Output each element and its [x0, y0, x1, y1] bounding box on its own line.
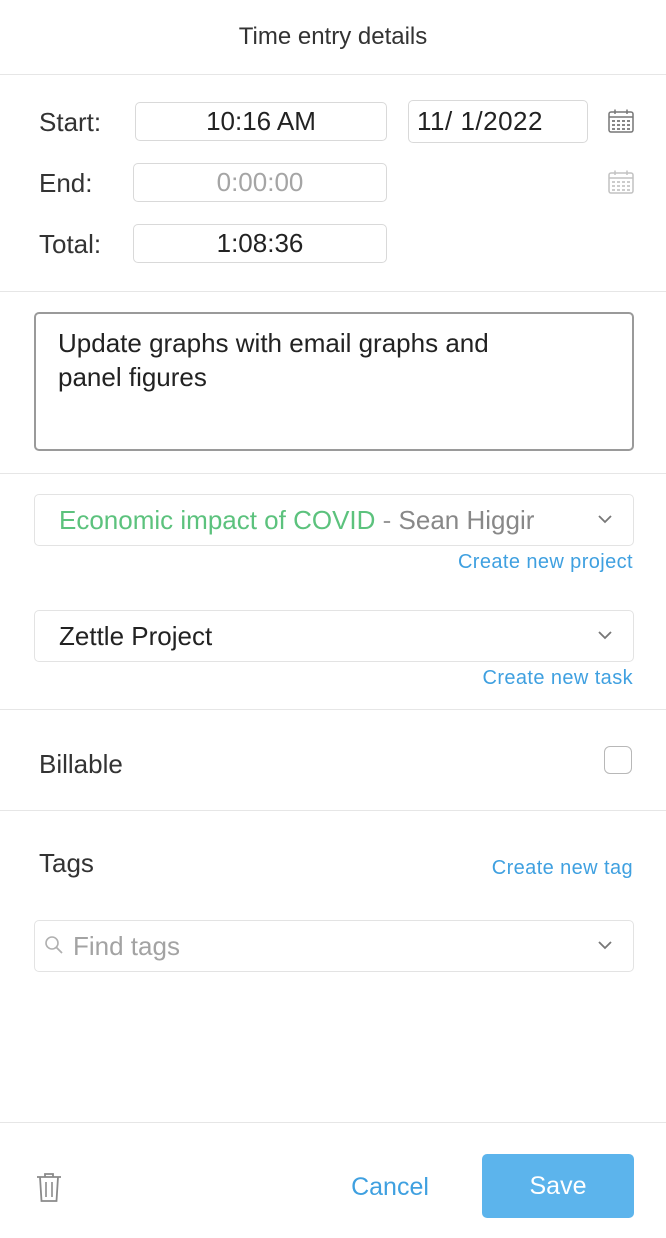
divider [0, 291, 666, 292]
project-client: Sean Higgir [398, 504, 535, 535]
description-line: panel figures [58, 362, 207, 392]
chevron-down-icon [598, 631, 612, 640]
project-select[interactable]: Economic impact of COVID - Sean Higgir [34, 494, 634, 546]
billable-checkbox[interactable] [604, 746, 632, 774]
tags-search-input[interactable]: Find tags [34, 920, 634, 972]
search-icon [45, 936, 63, 954]
total-label: Total: [39, 229, 102, 259]
chevron-down-icon[interactable] [597, 939, 613, 951]
create-new-tag-link[interactable]: Create new tag [492, 857, 633, 880]
billable-label: Billable [39, 749, 123, 779]
description-textarea[interactable]: Update graphs with email graphs and pane… [34, 312, 634, 451]
divider [0, 810, 666, 811]
cancel-button[interactable]: Cancel [338, 1164, 442, 1210]
total-duration-field[interactable]: 1:08:36 [133, 224, 387, 263]
start-date-field[interactable]: 11/ 1/2022 [408, 100, 588, 143]
start-time-field[interactable]: 10:16 AM [135, 102, 387, 141]
divider [0, 473, 666, 474]
dialog-title: Time entry details [238, 23, 428, 50]
calendar-icon[interactable] [608, 109, 634, 133]
project-separator: - [375, 504, 399, 535]
end-label: End: [39, 168, 93, 198]
calendar-icon [608, 170, 634, 194]
divider [0, 709, 666, 710]
chevron-down-icon [597, 513, 613, 525]
create-new-project-link[interactable]: Create new project [458, 551, 633, 574]
end-time-field[interactable]: 0:00:00 [133, 163, 387, 202]
start-label: Start: [39, 107, 102, 137]
description-line: Update graphs with email graphs and [58, 328, 489, 358]
tags-label: Tags [39, 848, 94, 878]
task-select[interactable]: Zettle Project [34, 610, 634, 662]
project-name: Economic impact of COVID [59, 504, 376, 535]
trash-icon[interactable] [34, 1171, 64, 1203]
task-name: Zettle Project [59, 620, 213, 651]
divider [0, 1122, 666, 1123]
tags-search-placeholder: Find tags [73, 930, 180, 961]
dialog-header: Time entry details [0, 0, 666, 75]
create-new-task-link[interactable]: Create new task [482, 667, 633, 690]
save-button[interactable]: Save [482, 1154, 634, 1218]
